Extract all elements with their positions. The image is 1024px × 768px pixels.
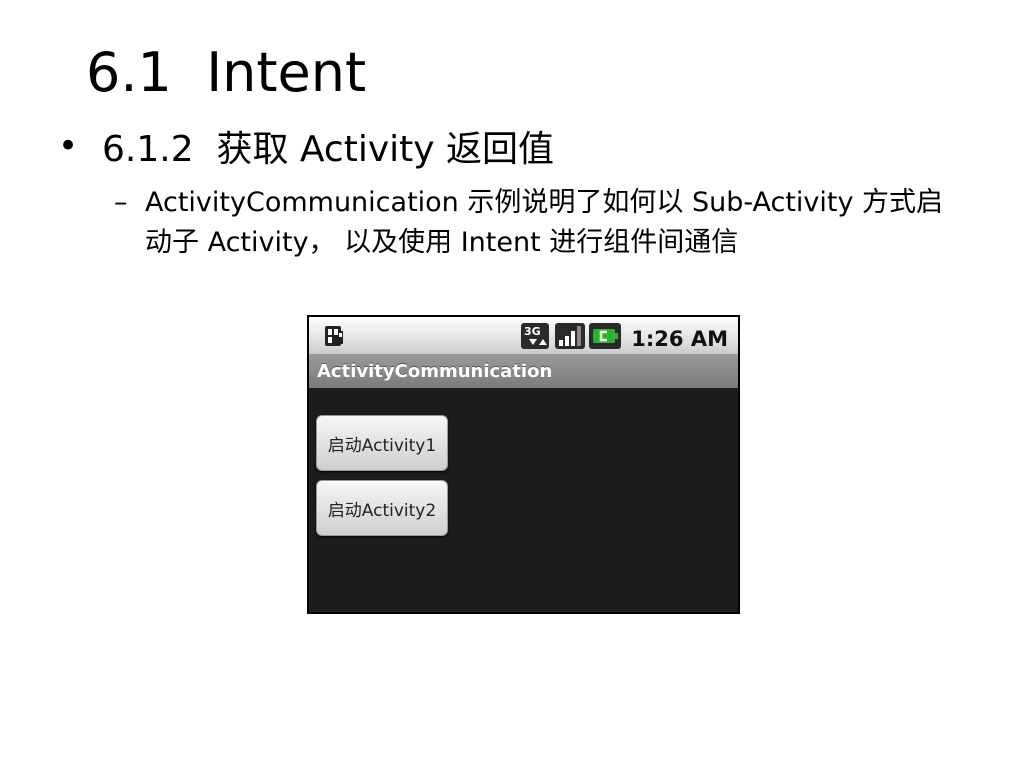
- bullet-level2-text: ActivityCommunication 示例说明了如何以 Sub-Activ…: [145, 187, 944, 258]
- bullet-level1-text: 6.1.2 获取 Activity 返回值: [102, 129, 555, 170]
- app-content: 启动Activity1 启动Activity2: [309, 388, 738, 612]
- bullet-dot: •: [58, 126, 79, 166]
- bullet-dash: –: [114, 187, 128, 218]
- start-activity1-button[interactable]: 启动Activity1: [316, 415, 448, 471]
- app-title-bar: ActivityCommunication: [309, 354, 738, 388]
- status-icons: 3G 1:26 AM: [521, 323, 728, 354]
- svg-text:3G: 3G: [524, 325, 541, 338]
- start-activity2-button[interactable]: 启动Activity2: [316, 480, 448, 536]
- status-time: 1:26 AM: [631, 326, 728, 351]
- status-bar: 3G 1:26 AM: [309, 317, 738, 354]
- 3g-data-icon: 3G: [521, 323, 551, 354]
- phone-screenshot: 3G 1:26 AM ActivityCommunication 启动Activ…: [307, 315, 740, 614]
- sim-icon: [323, 325, 345, 352]
- bullet-level2: – ActivityCommunication 示例说明了如何以 Sub-Act…: [114, 183, 954, 263]
- bullet-level1: • 6.1.2 获取 Activity 返回值: [58, 118, 554, 174]
- slide-title: 6.1 Intent: [86, 41, 367, 104]
- battery-icon: [589, 323, 622, 354]
- signal-icon: [555, 323, 586, 354]
- app-title: ActivityCommunication: [317, 360, 553, 382]
